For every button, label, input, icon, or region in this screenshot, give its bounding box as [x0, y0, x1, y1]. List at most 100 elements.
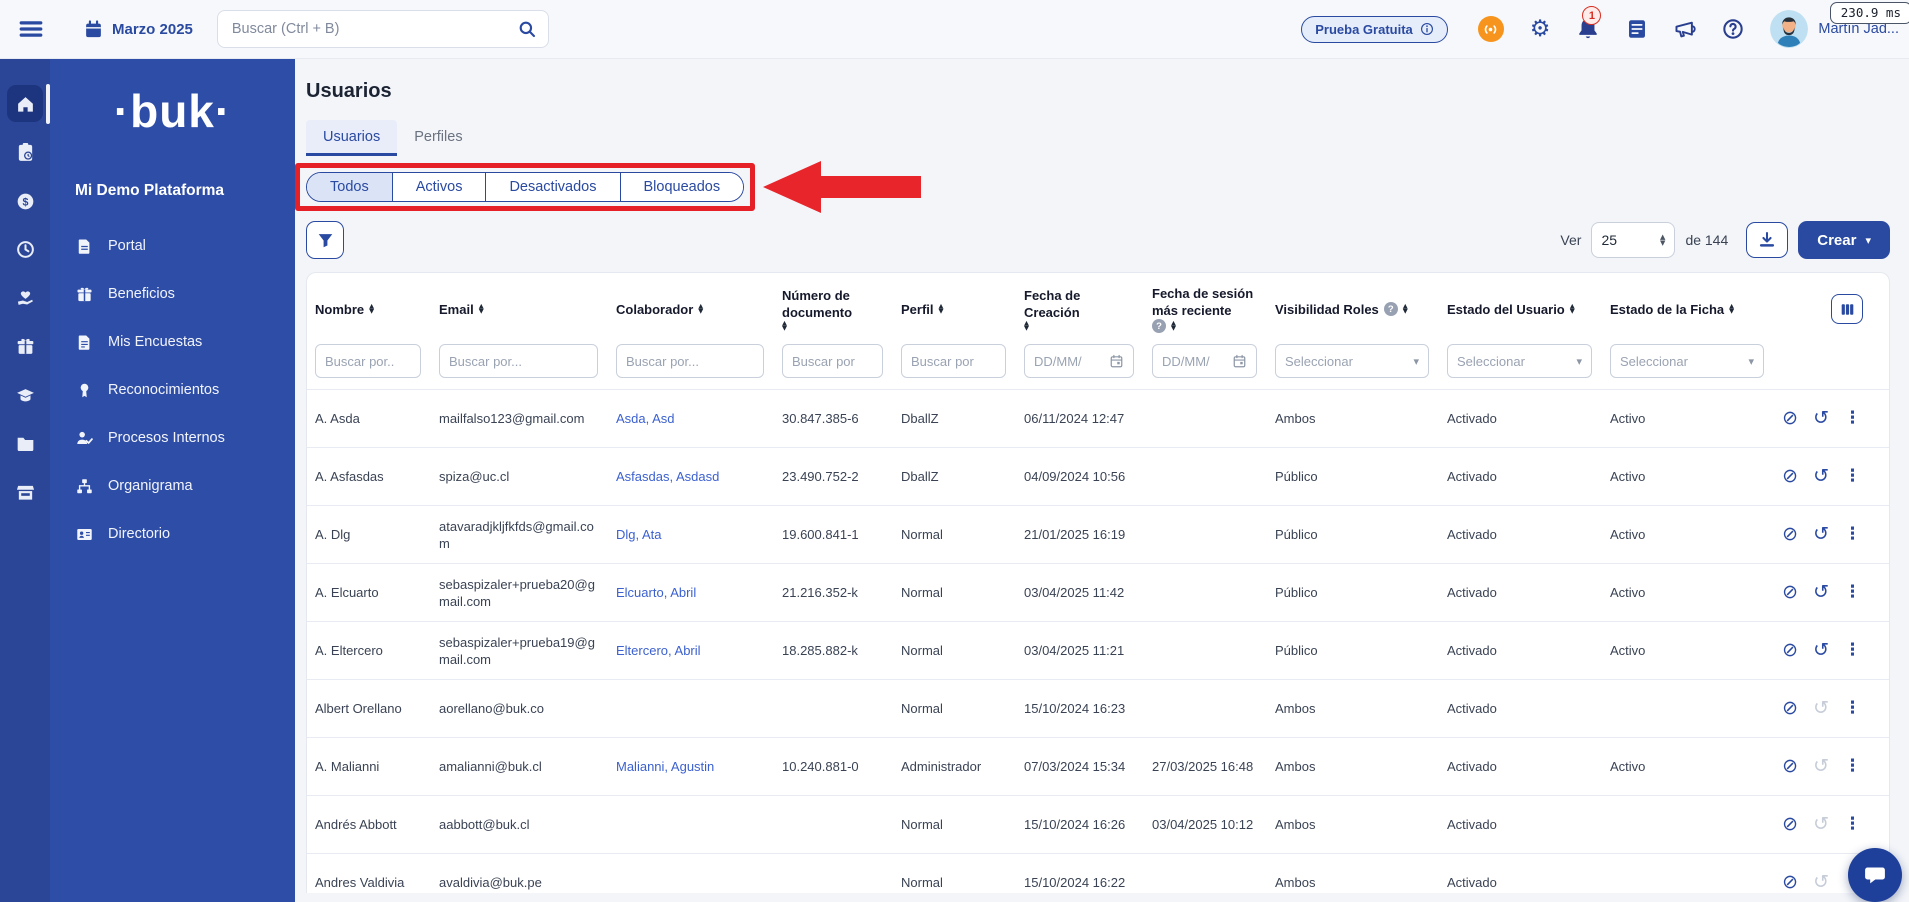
- deactivate-user-icon[interactable]: ⊘: [1782, 467, 1798, 486]
- column-search-input[interactable]: Buscar por..: [315, 344, 421, 378]
- status-filter-desactivados[interactable]: Desactivados: [485, 173, 620, 201]
- column-search-input[interactable]: Buscar por...: [616, 344, 764, 378]
- cell-colaborador[interactable]: Elcuarto, Abril: [608, 584, 774, 601]
- advanced-filter-button[interactable]: [306, 221, 344, 259]
- column-header-fecha-de-creaci-n[interactable]: Fecha de Creación ▲ ▼: [1016, 287, 1144, 331]
- deactivate-user-icon[interactable]: ⊘: [1782, 873, 1798, 892]
- cell-colaborador[interactable]: Malianni, Agustin: [608, 758, 774, 775]
- cell-fecha-creacion: 15/10/2024 16:22: [1024, 875, 1126, 890]
- changelog-button[interactable]: [1626, 18, 1648, 40]
- row-menu-icon[interactable]: ⋮: [1844, 468, 1861, 485]
- avatar[interactable]: [1770, 10, 1809, 48]
- reset-icon[interactable]: ↺: [1813, 757, 1829, 776]
- help-icon[interactable]: ?: [1152, 319, 1166, 333]
- deactivate-user-icon[interactable]: ⊘: [1782, 583, 1798, 602]
- sidebar-item-organigrama[interactable]: Organigrama: [50, 462, 295, 510]
- sidebar-item-directorio[interactable]: Directorio: [50, 510, 295, 558]
- column-search-input[interactable]: Buscar por...: [439, 344, 598, 378]
- cell-colaborador[interactable]: Dlg, Ata: [608, 526, 774, 543]
- download-button[interactable]: [1746, 222, 1789, 258]
- column-search-input[interactable]: Buscar por: [782, 344, 883, 378]
- recording-button[interactable]: [1477, 16, 1504, 42]
- cell-colaborador[interactable]: Eltercero, Abril: [608, 642, 774, 659]
- cell-colaborador[interactable]: Asda, Asd: [608, 410, 774, 427]
- date-filter-input[interactable]: DD/MM/: [1152, 344, 1257, 378]
- period-selector[interactable]: Marzo 2025: [84, 19, 193, 39]
- deactivate-user-icon[interactable]: ⊘: [1782, 815, 1798, 834]
- column-header-nombre[interactable]: Nombre ▲ ▼: [307, 301, 431, 318]
- date-filter-input[interactable]: DD/MM/: [1024, 344, 1134, 378]
- document-icon: [76, 238, 93, 255]
- select-filter[interactable]: Seleccionar ▾: [1447, 344, 1592, 378]
- rail-item-hand-heart[interactable]: [0, 274, 50, 323]
- global-search[interactable]: [216, 10, 549, 48]
- rail-item-home[interactable]: [0, 80, 50, 129]
- menu-icon[interactable]: [18, 16, 44, 42]
- reset-icon[interactable]: ↺: [1813, 815, 1829, 834]
- help-icon[interactable]: ?: [1383, 302, 1398, 316]
- reset-icon[interactable]: ↺: [1813, 409, 1829, 428]
- page-size-select[interactable]: 25 ▲ ▼: [1591, 222, 1676, 258]
- column-header-email[interactable]: Email ▲ ▼: [431, 301, 608, 318]
- status-filter-todos[interactable]: Todos: [307, 173, 392, 201]
- column-header-perfil[interactable]: Perfil ▲ ▼: [893, 301, 1016, 318]
- column-header-visibilidad-roles[interactable]: Visibilidad Roles? ▲ ▼: [1267, 301, 1439, 318]
- row-menu-icon[interactable]: ⋮: [1844, 526, 1861, 543]
- cell-visibilidad: Público: [1275, 585, 1318, 600]
- tab-usuarios[interactable]: Usuarios: [306, 120, 398, 156]
- column-header-n-mero-de-documento[interactable]: Número de documento ▲ ▼: [774, 287, 893, 331]
- deactivate-user-icon[interactable]: ⊘: [1782, 525, 1798, 544]
- notifications-button[interactable]: 1: [1576, 6, 1602, 41]
- rail-item-graduation[interactable]: [0, 371, 50, 420]
- search-icon[interactable]: [518, 20, 536, 38]
- column-settings-button[interactable]: [1831, 294, 1863, 324]
- row-menu-icon[interactable]: ⋮: [1844, 816, 1861, 833]
- tab-perfiles[interactable]: Perfiles: [397, 120, 479, 156]
- select-filter[interactable]: Seleccionar ▾: [1275, 344, 1429, 378]
- search-input[interactable]: [229, 20, 518, 38]
- column-header-estado-de-la-ficha[interactable]: Estado de la Ficha ▲ ▼: [1602, 301, 1774, 318]
- buk-logo[interactable]: ·buk·: [50, 84, 295, 138]
- cell-colaborador[interactable]: Asfasdas, Asdasd: [608, 468, 774, 485]
- row-menu-icon[interactable]: ⋮: [1844, 758, 1861, 775]
- settings-button[interactable]: ⚙: [1530, 17, 1551, 41]
- sidebar-item-reconocimientos[interactable]: Reconocimientos: [50, 366, 295, 414]
- deactivate-user-icon[interactable]: ⊘: [1782, 699, 1798, 718]
- column-header-colaborador[interactable]: Colaborador ▲ ▼: [608, 301, 774, 318]
- reset-icon[interactable]: ↺: [1813, 467, 1829, 486]
- status-filter-activos[interactable]: Activos: [391, 173, 486, 201]
- row-menu-icon[interactable]: ⋮: [1844, 642, 1861, 659]
- rail-item-store[interactable]: [0, 468, 50, 517]
- sidebar-item-beneficios[interactable]: Beneficios: [50, 270, 295, 318]
- create-button[interactable]: Crear ▾: [1798, 221, 1890, 259]
- cell-documento: 21.216.352-k: [782, 585, 858, 600]
- reset-icon[interactable]: ↺: [1813, 641, 1829, 660]
- row-menu-icon[interactable]: ⋮: [1844, 700, 1861, 717]
- rail-item-clock[interactable]: [0, 226, 50, 275]
- column-header-fecha-de-sesi-n-m-s-reciente[interactable]: Fecha de sesión más reciente? ▲ ▼: [1144, 285, 1267, 333]
- reset-icon[interactable]: ↺: [1813, 525, 1829, 544]
- sidebar-item-procesos-internos[interactable]: Procesos Internos: [50, 414, 295, 462]
- help-button[interactable]: [1722, 18, 1744, 40]
- chat-button[interactable]: [1848, 848, 1902, 902]
- rail-item-gift[interactable]: [0, 323, 50, 372]
- column-header-estado-del-usuario[interactable]: Estado del Usuario ▲ ▼: [1439, 301, 1602, 318]
- status-filter-bloqueados[interactable]: Bloqueados: [619, 173, 744, 201]
- row-menu-icon[interactable]: ⋮: [1844, 410, 1861, 427]
- deactivate-user-icon[interactable]: ⊘: [1782, 409, 1798, 428]
- reset-icon[interactable]: ↺: [1813, 699, 1829, 718]
- deactivate-user-icon[interactable]: ⊘: [1782, 641, 1798, 660]
- reset-icon[interactable]: ↺: [1813, 583, 1829, 602]
- reset-icon[interactable]: ↺: [1813, 873, 1829, 892]
- announcements-button[interactable]: [1674, 18, 1696, 40]
- rail-item-payments[interactable]: $: [0, 177, 50, 226]
- sidebar-item-mis-encuestas[interactable]: Mis Encuestas: [50, 318, 295, 366]
- row-menu-icon[interactable]: ⋮: [1844, 584, 1861, 601]
- deactivate-user-icon[interactable]: ⊘: [1782, 757, 1798, 776]
- trial-badge[interactable]: Prueba Gratuita: [1301, 15, 1448, 43]
- rail-item-folder[interactable]: [0, 420, 50, 469]
- rail-item-clipboard[interactable]: [0, 129, 50, 178]
- sidebar-item-portal[interactable]: Portal: [50, 222, 295, 270]
- select-filter[interactable]: Seleccionar ▾: [1610, 344, 1764, 378]
- column-search-input[interactable]: Buscar por: [901, 344, 1006, 378]
